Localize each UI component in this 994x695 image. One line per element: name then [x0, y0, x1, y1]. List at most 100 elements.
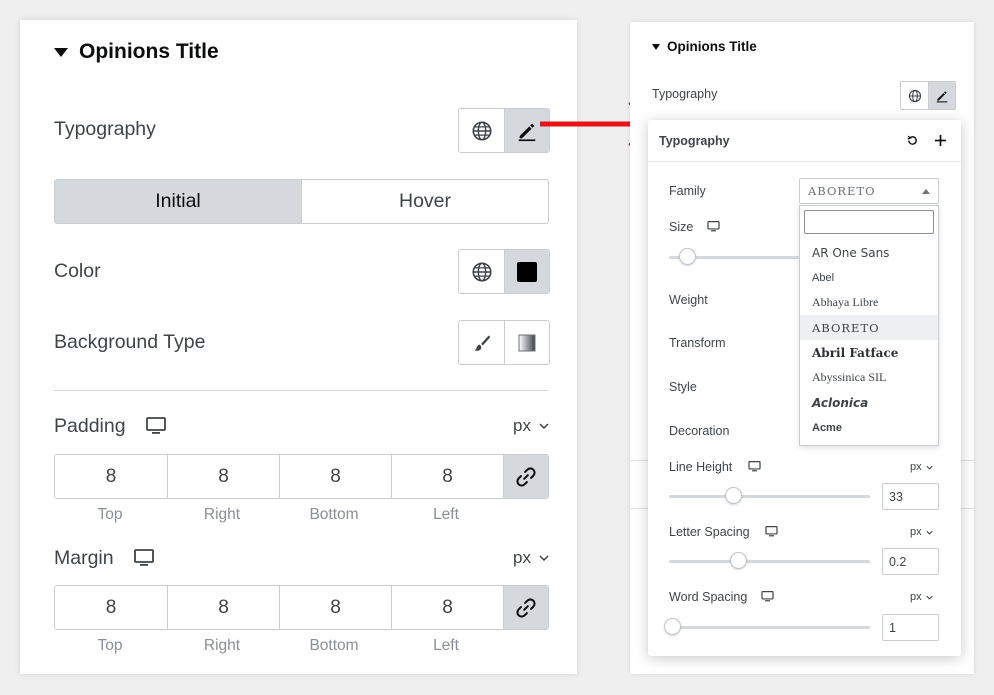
- padding-link-button[interactable]: [503, 455, 548, 498]
- side-label-right: Right: [203, 506, 241, 523]
- word-spacing-label: Word Spacing: [669, 590, 748, 604]
- section-header[interactable]: Opinions Title: [652, 39, 757, 54]
- margin-unit-select[interactable]: px: [513, 548, 549, 568]
- side-label-bottom: Bottom: [309, 637, 359, 654]
- desktop-icon[interactable]: [133, 549, 154, 567]
- desktop-icon[interactable]: [707, 221, 720, 232]
- word-spacing-input[interactable]: 1: [882, 614, 939, 641]
- style-label: Style: [669, 380, 697, 394]
- gradient-icon: [518, 334, 536, 351]
- tab-initial[interactable]: Initial: [55, 180, 301, 223]
- gradient-background-button[interactable]: [504, 321, 549, 364]
- background-type-controls: [458, 320, 550, 365]
- font-family-value: ABORETO: [808, 184, 876, 198]
- padding-unit-select[interactable]: px: [513, 416, 549, 436]
- padding-inputs: 8 8 8 8: [54, 454, 549, 499]
- font-option[interactable]: AR One Sans: [800, 240, 938, 265]
- link-icon: [516, 466, 536, 487]
- margin-top-input[interactable]: 8: [55, 586, 167, 629]
- font-search-input[interactable]: [804, 210, 934, 234]
- font-option[interactable]: Abel: [800, 265, 938, 290]
- letter-spacing-label: Letter Spacing: [669, 525, 750, 539]
- side-label-left: Left: [433, 637, 459, 654]
- globe-icon: [471, 261, 492, 282]
- globe-button[interactable]: [459, 250, 504, 293]
- font-family-dropdown: AR One Sans Abel Abhaya Libre ABORETO Ab…: [799, 205, 939, 446]
- caret-up-icon: [922, 188, 930, 194]
- globe-icon: [471, 120, 492, 141]
- padding-label: Padding: [54, 414, 126, 437]
- margin-left-input[interactable]: 8: [391, 586, 503, 629]
- color-controls: [458, 249, 550, 294]
- margin-link-button[interactable]: [503, 586, 548, 629]
- globe-button[interactable]: [901, 82, 928, 109]
- typography-controls: [458, 108, 550, 153]
- font-option[interactable]: Abhaya Libre: [800, 290, 938, 315]
- link-icon: [516, 597, 536, 618]
- padding-bottom-input[interactable]: 8: [279, 455, 391, 498]
- caret-down-icon: [54, 47, 68, 57]
- line-height-slider-track[interactable]: [669, 495, 870, 498]
- background-type-label: Background Type: [54, 331, 206, 353]
- word-spacing-unit: px: [910, 591, 922, 603]
- padding-left-input[interactable]: 8: [391, 455, 503, 498]
- pencil-icon: [936, 90, 948, 102]
- desktop-icon[interactable]: [748, 461, 761, 472]
- left-settings-panel: Opinions Title Typography Initial Hover …: [20, 20, 577, 674]
- word-spacing-unit-select[interactable]: px: [910, 591, 933, 603]
- typography-popover: Typography Family ABORETO Size Weight Tr…: [648, 120, 961, 656]
- side-label-top: Top: [97, 637, 123, 654]
- padding-right-input[interactable]: 8: [167, 455, 279, 498]
- color-swatch: [517, 261, 537, 282]
- size-label: Size: [669, 220, 694, 234]
- line-height-unit: px: [910, 461, 922, 473]
- popover-header: Typography: [648, 120, 961, 162]
- font-option[interactable]: Acme: [800, 415, 938, 440]
- line-height-label: Line Height: [669, 460, 733, 474]
- font-family-select[interactable]: ABORETO: [799, 178, 939, 204]
- margin-right-input[interactable]: 8: [167, 586, 279, 629]
- decoration-label: Decoration: [669, 424, 730, 438]
- chevron-down-icon: [925, 530, 933, 535]
- font-option-selected[interactable]: ABORETO: [800, 315, 938, 340]
- section-header[interactable]: Opinions Title: [54, 40, 219, 64]
- chevron-down-icon: [925, 465, 933, 470]
- classic-background-button[interactable]: [459, 321, 504, 364]
- font-option[interactable]: Aclonica: [800, 390, 938, 415]
- desktop-icon[interactable]: [761, 591, 774, 602]
- globe-button[interactable]: [459, 109, 504, 152]
- letter-spacing-slider-thumb[interactable]: [730, 552, 747, 569]
- padding-unit: px: [513, 416, 531, 435]
- letter-spacing-slider-track[interactable]: [669, 560, 870, 563]
- padding-side-labels: Top Right Bottom Left: [54, 506, 502, 524]
- margin-header: Margin px: [54, 545, 549, 571]
- pencil-icon: [518, 123, 536, 141]
- color-swatch-button[interactable]: [504, 250, 549, 293]
- word-spacing-slider-track[interactable]: [669, 626, 870, 629]
- section-title: Opinions Title: [667, 39, 757, 54]
- side-label-top: Top: [97, 506, 123, 523]
- margin-bottom-input[interactable]: 8: [279, 586, 391, 629]
- font-option[interactable]: Abril Fatface: [800, 340, 938, 365]
- desktop-icon[interactable]: [765, 526, 778, 537]
- word-spacing-slider-thumb[interactable]: [664, 618, 681, 635]
- letter-spacing-input[interactable]: 0.2: [882, 548, 939, 575]
- desktop-icon[interactable]: [145, 417, 166, 435]
- letter-spacing-unit-select[interactable]: px: [910, 526, 933, 538]
- font-option[interactable]: Abyssinica SIL: [800, 365, 938, 390]
- line-height-unit-select[interactable]: px: [910, 461, 933, 473]
- padding-top-input[interactable]: 8: [55, 455, 167, 498]
- line-height-slider-thumb[interactable]: [725, 487, 742, 504]
- edit-typography-button[interactable]: [928, 82, 955, 109]
- size-slider-thumb[interactable]: [679, 248, 696, 265]
- plus-icon: [934, 134, 946, 147]
- side-label-right: Right: [203, 637, 241, 654]
- popover-title: Typography: [659, 133, 730, 148]
- add-button[interactable]: [930, 131, 950, 151]
- line-height-input[interactable]: 33: [882, 483, 939, 510]
- tab-hover[interactable]: Hover: [301, 180, 548, 223]
- chevron-down-icon: [539, 423, 549, 429]
- globe-icon: [908, 89, 921, 102]
- reset-icon: [906, 135, 917, 145]
- reset-button[interactable]: [902, 131, 922, 151]
